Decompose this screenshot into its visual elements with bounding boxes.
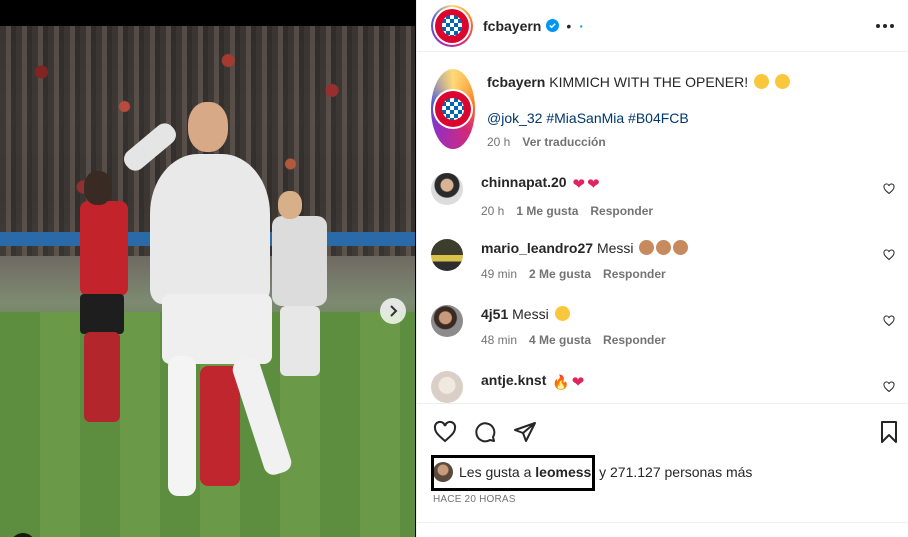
comment-text: Messi [512, 306, 549, 322]
fire-emoji-icon: 🔥 [552, 374, 570, 390]
face-emoji-icon [774, 74, 790, 89]
like-comment-heart-icon[interactable] [883, 381, 895, 393]
main-player [150, 154, 270, 304]
post-panel: fcbayern • · fcbayern KIMMICH WITH THE O… [416, 0, 908, 537]
clapping-hands-emoji-icon [656, 240, 672, 255]
like-heart-icon[interactable] [433, 420, 457, 444]
reply-button[interactable]: Responder [603, 333, 666, 347]
comment-time[interactable]: 49 min [481, 267, 517, 281]
comments-list[interactable]: fcbayern KIMMICH WITH THE OPENER! @jok_3… [417, 53, 908, 403]
post-actions: Les gusta a leomessi y 271.127 personas … [417, 403, 908, 537]
teammate-head [278, 191, 302, 219]
red-heart-emoji-icon: ❤ [571, 374, 585, 391]
fcbayern-logo-icon [435, 91, 471, 127]
commenter-avatar[interactable] [431, 305, 463, 337]
comment-likes[interactable]: 1 Me gusta [516, 204, 578, 218]
caption: fcbayern KIMMICH WITH THE OPENER! @jok_3… [431, 69, 895, 149]
commenter-avatar[interactable] [431, 371, 463, 403]
comment-username[interactable]: 4j51 [481, 306, 508, 322]
verified-badge-icon [546, 19, 560, 32]
opponent-player [80, 201, 128, 296]
posted-time[interactable]: HACE 20 HORAS [433, 494, 516, 505]
fcbayern-logo-icon [435, 8, 469, 43]
caption-avatar[interactable] [431, 69, 475, 149]
comment-username[interactable]: antje.knst [481, 372, 546, 388]
comment-username[interactable]: chinnapat.20 [481, 174, 567, 190]
follow-button[interactable]: · [579, 18, 584, 34]
reply-button[interactable]: Responder [603, 267, 666, 281]
red-heart-emoji-icon: ❤ [572, 176, 586, 193]
like-comment-heart-icon[interactable] [883, 315, 895, 327]
opponent-shorts [80, 294, 124, 334]
opponent-head [84, 171, 112, 205]
clapping-hands-emoji-icon [673, 240, 689, 255]
reply-button[interactable]: Responder [590, 204, 653, 218]
comment-text: Messi [596, 240, 634, 256]
main-player-head [188, 102, 228, 152]
header-separator: • [566, 17, 572, 34]
comment-bubble-icon[interactable] [473, 420, 497, 444]
comment-time[interactable]: 48 min [481, 333, 517, 347]
surprised-face-emoji-icon [554, 306, 570, 321]
comment-likes[interactable]: 4 Me gusta [529, 333, 591, 347]
commenter-avatar[interactable] [431, 173, 463, 205]
likes-count[interactable]: y 271.127 personas más [599, 464, 752, 480]
save-bookmark-icon[interactable] [877, 420, 901, 444]
like-comment-heart-icon[interactable] [883, 249, 895, 261]
main-player-shorts [162, 294, 272, 364]
point-right-emoji-icon [754, 74, 769, 89]
header-username[interactable]: fcbayern [483, 18, 541, 34]
comment-item: mario_leandro27 Messi 49 min 2 Me gusta … [431, 239, 895, 281]
teammate-legs [280, 306, 320, 376]
add-comment-area[interactable] [417, 522, 908, 537]
post-image[interactable] [0, 26, 415, 537]
comment-item: antje.knst 🔥 ❤ [431, 371, 895, 403]
next-image-button[interactable] [380, 298, 406, 324]
comment-time[interactable]: 20 h [481, 204, 504, 218]
profile-avatar[interactable] [431, 4, 473, 47]
highlight-box [431, 455, 595, 491]
translate-link[interactable]: Ver traducción [522, 135, 605, 149]
comment-item: chinnapat.20 ❤ ❤ 20 h 1 Me gusta Responde… [431, 173, 895, 218]
folded-hands-emoji-icon [639, 240, 655, 255]
caption-username[interactable]: fcbayern [487, 74, 545, 90]
like-comment-heart-icon[interactable] [883, 183, 895, 195]
more-options-icon[interactable] [876, 23, 894, 28]
post-header: fcbayern • · [417, 0, 908, 52]
teammate-player [272, 216, 327, 306]
comment-likes[interactable]: 2 Me gusta [529, 267, 591, 281]
share-send-icon[interactable] [513, 420, 537, 444]
red-heart-emoji-icon: ❤ [587, 176, 600, 193]
opponent-legs [84, 332, 120, 422]
chevron-right-icon [390, 305, 398, 317]
caption-time[interactable]: 20 h [487, 135, 510, 149]
comment-item: 4j51 Messi 48 min 4 Me gusta Responder [431, 305, 895, 347]
caption-text: KIMMICH WITH THE OPENER! [549, 74, 749, 90]
main-player-leg [168, 356, 196, 496]
opponent-player-2 [200, 366, 240, 486]
caption-tags[interactable]: @jok_32 #MiaSanMia #B04FCB [487, 109, 895, 127]
commenter-avatar[interactable] [431, 239, 463, 271]
comment-username[interactable]: mario_leandro27 [481, 240, 593, 256]
